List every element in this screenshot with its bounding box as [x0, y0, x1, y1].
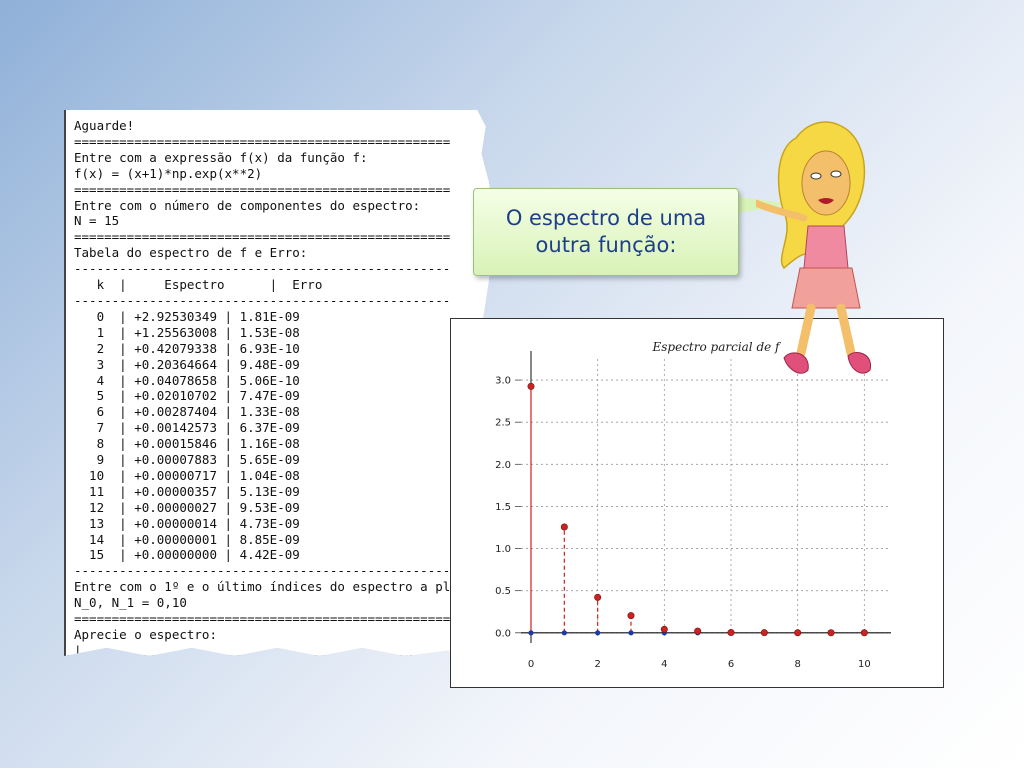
stem-point — [727, 629, 735, 637]
eye-right-shape — [830, 170, 842, 178]
stem-point — [627, 612, 635, 620]
stem-base-marker — [528, 630, 534, 636]
stem-point — [560, 523, 568, 531]
skirt-shape — [791, 267, 861, 309]
y-tick-label: 2.0 — [495, 460, 511, 471]
speech-bubble: O espectro de uma outra função: — [473, 188, 739, 276]
stem-point — [594, 593, 602, 601]
y-tick-label: 1.0 — [495, 544, 511, 555]
speech-bubble-text: O espectro de uma outra função: — [505, 206, 707, 257]
x-tick-label: 2 — [594, 659, 600, 670]
y-tick-label: 0.0 — [495, 628, 511, 639]
x-tick-label: 8 — [794, 659, 800, 670]
stem-point — [827, 629, 835, 637]
x-tick-label: 10 — [858, 659, 871, 670]
stem-point — [794, 629, 802, 637]
stem-point — [694, 627, 702, 635]
console-window: Aguarde! ===============================… — [64, 110, 490, 656]
top-shape — [803, 225, 849, 269]
shoes-shape — [783, 352, 872, 374]
console-output: Aguarde! ===============================… — [74, 118, 488, 656]
stem-point — [860, 629, 868, 637]
x-tick-label: 0 — [528, 659, 534, 670]
y-tick-label: 3.0 — [495, 376, 511, 387]
stem-point — [527, 382, 535, 390]
y-tick-label: 1.5 — [495, 502, 511, 513]
stem-base-marker — [595, 630, 601, 636]
stem-point — [760, 629, 768, 637]
stem-point — [660, 625, 668, 633]
y-tick-label: 0.5 — [495, 586, 511, 597]
cartoon-girl-illustration — [756, 121, 872, 374]
stem-base-marker — [628, 630, 634, 636]
face-shape — [801, 150, 851, 216]
legs-shape — [796, 303, 856, 358]
eye-left-shape — [810, 172, 822, 180]
x-tick-label: 4 — [661, 659, 667, 670]
y-tick-label: 2.5 — [495, 418, 511, 429]
stem-base-marker — [561, 630, 567, 636]
x-tick-label: 6 — [728, 659, 734, 670]
